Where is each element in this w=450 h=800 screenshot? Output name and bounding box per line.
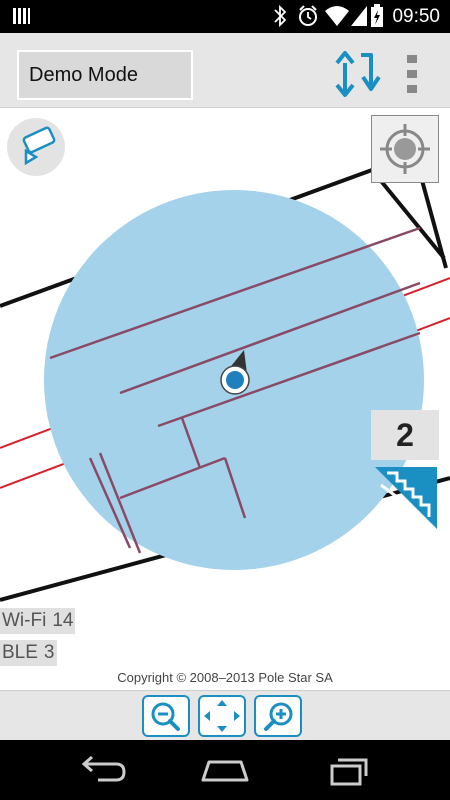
pan-button[interactable] (198, 695, 246, 737)
wifi-label: Wi-Fi (2, 610, 47, 631)
ble-value: 3 (43, 642, 55, 663)
zoom-in-icon (264, 702, 293, 731)
map-view[interactable]: 2 Wi-Fi 14 BLE 3 Copyright © 2008–2013 Pol… (0, 108, 450, 690)
locate-button[interactable] (371, 115, 439, 183)
clock: 09:50 (392, 6, 440, 27)
zoom-out-icon (151, 702, 180, 731)
swap-arrows-icon[interactable] (327, 49, 387, 99)
wifi-icon (325, 6, 349, 26)
camera-icon (22, 126, 56, 166)
action-bar: Demo Mode (0, 33, 450, 108)
camera-button[interactable] (7, 118, 65, 176)
status-bar: 09:50 (0, 0, 450, 33)
pan-icon (204, 700, 240, 732)
notification-icon (13, 8, 30, 24)
location-dot (226, 371, 244, 389)
zoom-in-button[interactable] (254, 695, 302, 737)
copyright-text: Copyright © 2008–2013 Pole Star SA (117, 670, 333, 685)
floor-number: 2 (396, 417, 414, 453)
locate-icon (380, 124, 430, 174)
signal-icon (351, 6, 367, 26)
mode-label: Demo Mode (29, 64, 138, 86)
wifi-count: Wi-Fi 14 (0, 608, 76, 634)
ble-label: BLE (2, 642, 38, 663)
ble-count: BLE 3 (0, 640, 57, 666)
zoom-toolbar (0, 690, 450, 741)
mode-selector[interactable]: Demo Mode (17, 50, 193, 100)
battery-icon (371, 4, 383, 27)
bluetooth-icon (274, 4, 287, 28)
stairs-icon[interactable] (373, 465, 439, 531)
zoom-out-button[interactable] (142, 695, 190, 737)
home-icon[interactable] (195, 752, 255, 788)
alarm-icon (299, 5, 317, 26)
back-icon[interactable] (72, 752, 132, 788)
overflow-menu-icon[interactable] (398, 51, 428, 101)
recent-apps-icon[interactable] (322, 752, 382, 788)
floor-indicator[interactable]: 2 (371, 410, 439, 460)
floor-plan (0, 168, 450, 602)
wifi-value: 14 (52, 610, 74, 631)
navigation-bar (0, 740, 450, 800)
